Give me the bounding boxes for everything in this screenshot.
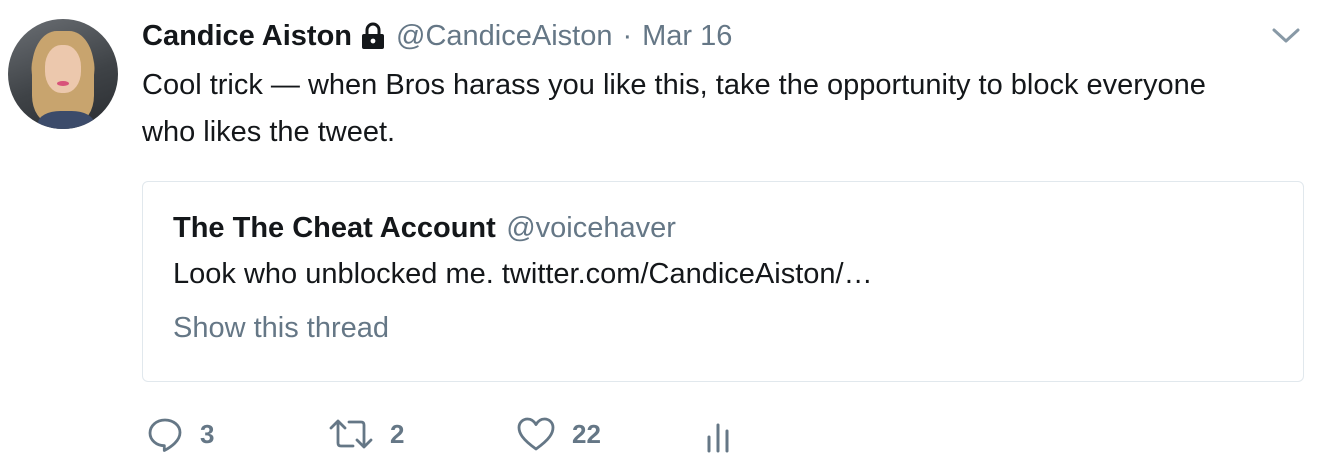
like-button[interactable]: 22 xyxy=(516,410,601,458)
quoted-tweet-header: The The Cheat Account @voicehaver xyxy=(173,212,676,245)
chevron-down-icon[interactable] xyxy=(1269,22,1303,48)
tweet-text: Cool trick — when Bros harass you like t… xyxy=(142,69,1206,148)
reply-icon xyxy=(146,415,184,453)
lock-icon xyxy=(360,22,386,50)
analytics-button[interactable] xyxy=(704,410,734,458)
heart-icon xyxy=(516,415,556,453)
author-handle[interactable]: @CandiceAiston xyxy=(396,20,612,53)
tweet-date[interactable]: Mar 16 xyxy=(642,20,732,53)
tweet: Candice Aiston @CandiceAiston · Mar 16 C… xyxy=(0,0,1320,470)
like-count: 22 xyxy=(572,418,601,449)
quoted-tweet[interactable]: The The Cheat Account @voicehaver Look w… xyxy=(142,181,1304,382)
retweet-button[interactable]: 2 xyxy=(328,410,404,458)
analytics-icon xyxy=(704,415,734,453)
reply-button[interactable]: 3 xyxy=(146,410,214,458)
show-thread-link[interactable]: Show this thread xyxy=(173,312,389,345)
tweet-header: Candice Aiston @CandiceAiston · Mar 16 xyxy=(142,16,732,56)
author-name[interactable]: Candice Aiston xyxy=(142,20,352,53)
header-separator: · xyxy=(622,19,633,52)
quoted-author-name: The The Cheat Account xyxy=(173,212,496,244)
reply-count: 3 xyxy=(200,418,215,449)
avatar[interactable] xyxy=(8,19,118,129)
retweet-count: 2 xyxy=(390,418,405,449)
quoted-tweet-text: Look who unblocked me. twitter.com/Candi… xyxy=(173,258,873,290)
retweet-icon xyxy=(328,415,374,453)
quoted-author-handle: @voicehaver xyxy=(506,212,676,244)
